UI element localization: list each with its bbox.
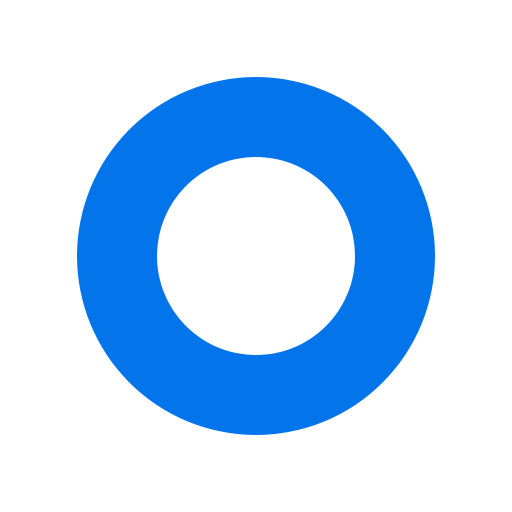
ring-inner-hole xyxy=(157,157,355,355)
icon-canvas xyxy=(0,0,512,512)
ring-logo-icon xyxy=(77,77,435,435)
